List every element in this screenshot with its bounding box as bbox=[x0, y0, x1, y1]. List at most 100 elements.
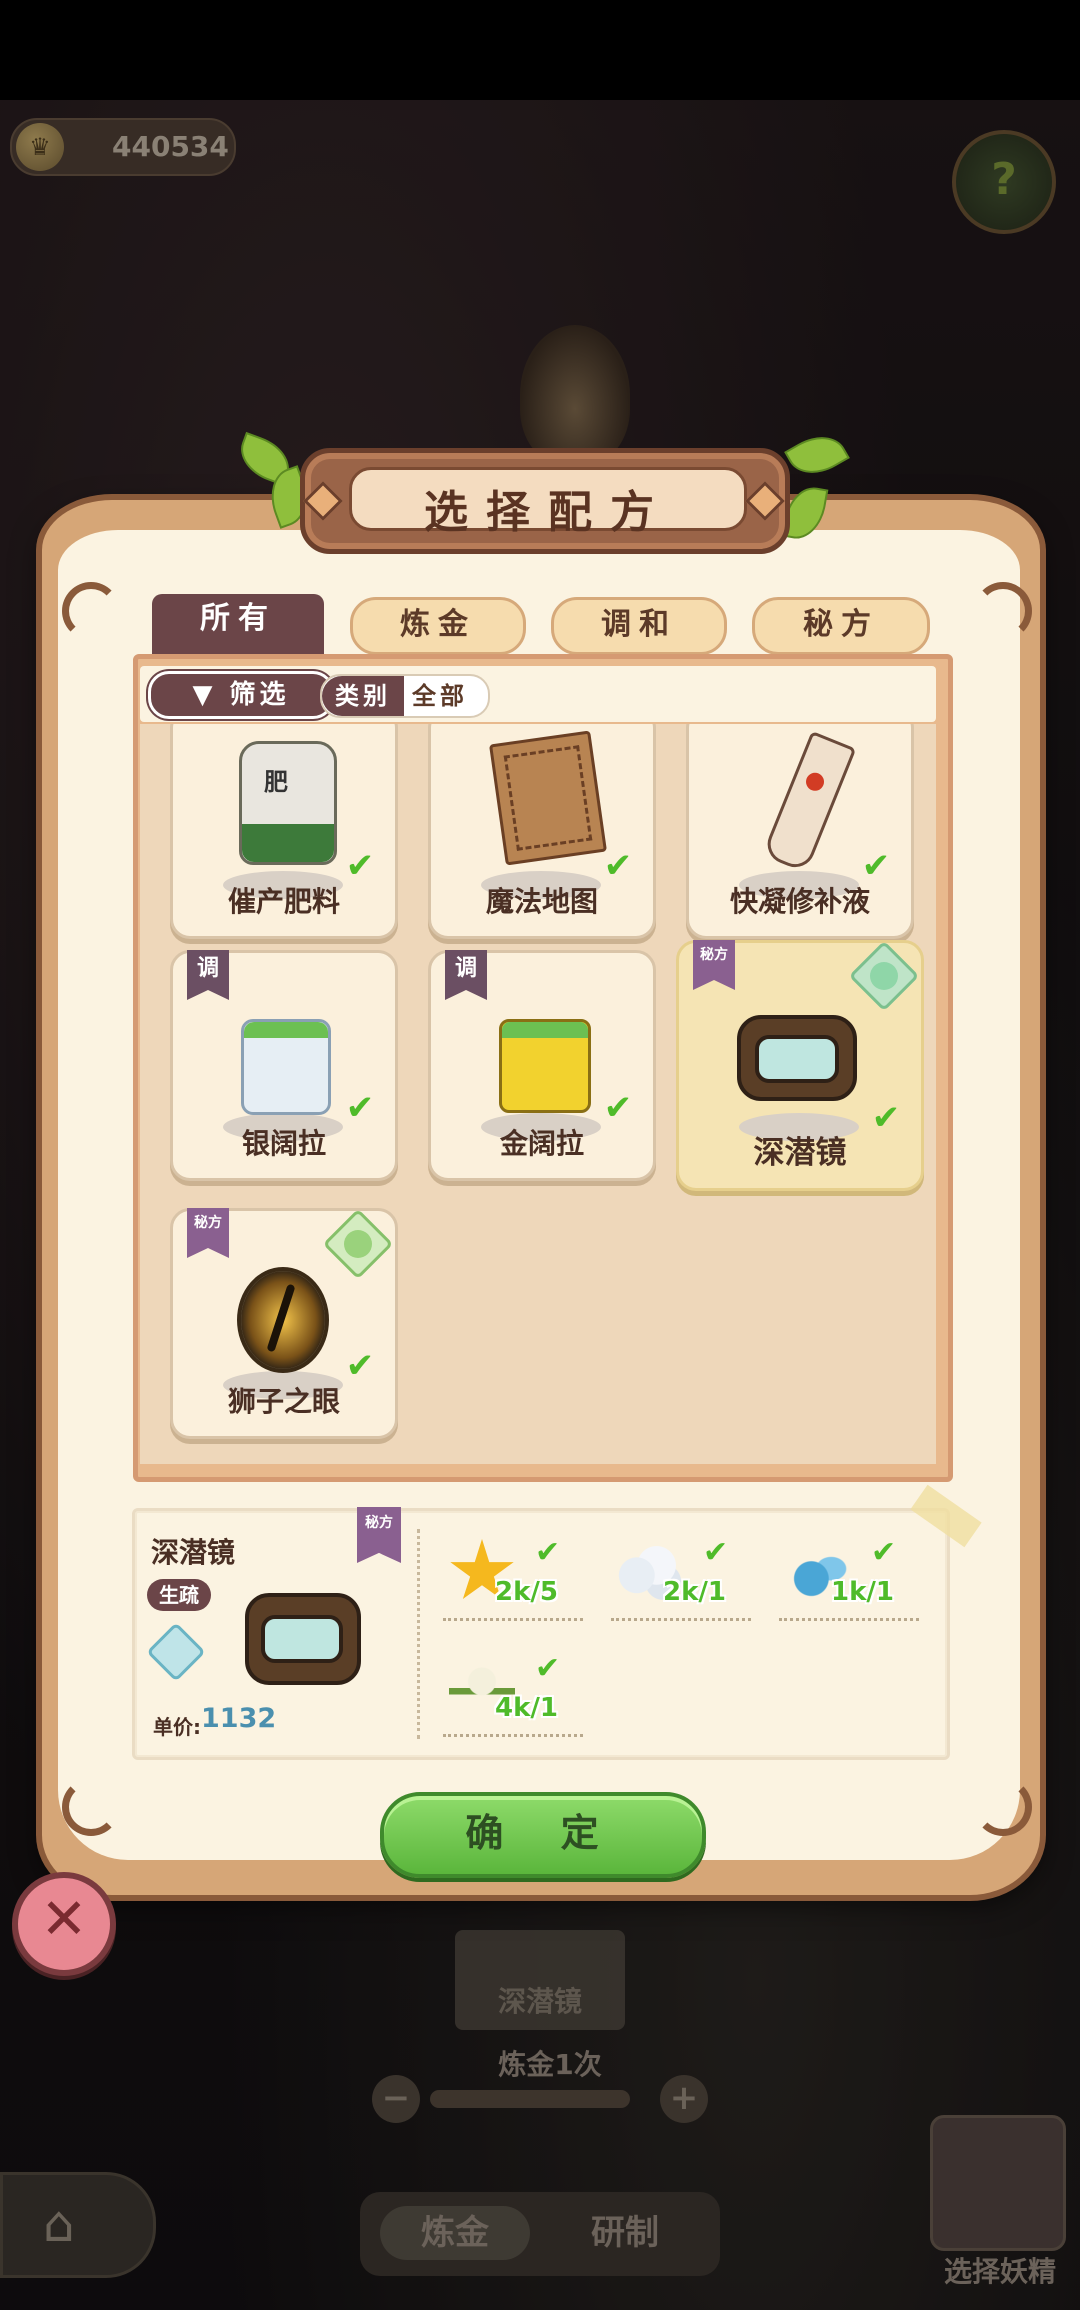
gem-core bbox=[338, 1224, 378, 1264]
craft-count-label: 炼金1次 bbox=[498, 2048, 602, 2081]
owned-check-icon: ✔ bbox=[603, 846, 633, 886]
price-value: 1132 bbox=[201, 1703, 277, 1734]
ingredient-star: ✔ 2k/5 bbox=[443, 1535, 599, 1621]
dialog-title: 选择配方 bbox=[424, 487, 672, 538]
close-button-string bbox=[60, 1818, 64, 1878]
recipe-card-lion-eye[interactable]: 秘方 ✔ 狮子之眼 bbox=[170, 1208, 398, 1439]
owned-check-icon: ✔ bbox=[861, 846, 891, 886]
magic-map-icon bbox=[489, 730, 607, 866]
ingredient-flower: ✔ 4k/1 bbox=[443, 1651, 599, 1737]
proficiency-badge: 生疏 bbox=[147, 1579, 211, 1611]
price-label: 单价: bbox=[153, 1715, 201, 1739]
silver-bag-icon bbox=[241, 1019, 331, 1115]
owned-check-icon: ✔ bbox=[345, 1346, 375, 1386]
owned-check-icon: ✔ bbox=[345, 846, 375, 886]
bottom-tab-alchemy[interactable]: 炼金 bbox=[380, 2206, 530, 2260]
ingredient-check-icon: ✔ bbox=[535, 1651, 561, 1686]
plus-button[interactable]: + bbox=[660, 2075, 708, 2123]
title-plate: 选择配方 bbox=[349, 467, 747, 538]
recipe-card-repair-fluid[interactable]: ✔ 快凝修补液 bbox=[686, 724, 914, 939]
spirit-portrait-button[interactable] bbox=[930, 2115, 1066, 2251]
ingredient-cloud: ✔ 2k/1 bbox=[611, 1535, 767, 1621]
sack-band bbox=[242, 824, 334, 862]
help-button[interactable]: ? bbox=[952, 130, 1056, 234]
bag-band bbox=[244, 1022, 328, 1038]
recipe-name: 深潜镜 bbox=[753, 1135, 847, 1171]
ingredient-count: 4k/1 bbox=[495, 1693, 558, 1723]
recipe-type-tag: 调 bbox=[445, 950, 487, 1000]
recipe-card-magic-map[interactable]: ✔ 魔法地图 bbox=[428, 724, 656, 939]
recipe-list[interactable]: 肥 ✔ 催产肥料 ✔ 魔法地图 ✔ 快凝修补液 调 ✔ 银阔拉 调 ✔ 金阔拉 … bbox=[140, 724, 936, 1464]
diving-goggles-icon bbox=[245, 1593, 361, 1685]
title-banner: 选择配方 bbox=[300, 448, 790, 554]
tab-alchemy[interactable]: 炼金 bbox=[350, 597, 526, 655]
count-slider[interactable] bbox=[430, 2090, 630, 2108]
tab-blend[interactable]: 调和 bbox=[551, 597, 727, 655]
corner-ornament bbox=[62, 1778, 120, 1836]
close-icon: ✕ bbox=[40, 1887, 88, 1952]
gem-core bbox=[864, 956, 904, 996]
ingredient-count: 2k/5 bbox=[495, 1577, 558, 1607]
recipe-card-diving-goggles[interactable]: 秘方 ✔ 深潜镜 bbox=[676, 940, 924, 1191]
category-value: 全部 bbox=[412, 682, 468, 710]
recipe-card-silver[interactable]: 调 ✔ 银阔拉 bbox=[170, 950, 398, 1181]
bottom-tab-bar: 炼金 研制 bbox=[360, 2192, 720, 2276]
rarity-gem-icon bbox=[848, 940, 920, 1012]
goggle-lens bbox=[261, 1615, 343, 1663]
detail-recipe-name: 深潜镜 bbox=[151, 1536, 236, 1569]
ingredient-underline bbox=[779, 1618, 919, 1621]
bottom-tab-research[interactable]: 研制 bbox=[550, 2206, 700, 2260]
recipe-name: 催产肥料 bbox=[227, 885, 340, 918]
ingredient-check-icon: ✔ bbox=[871, 1535, 897, 1570]
ingredient-underline bbox=[611, 1618, 751, 1621]
filter-icon: ▼ bbox=[192, 680, 230, 710]
tube-label-dot bbox=[803, 770, 827, 794]
recipe-type-tag: 秘方 bbox=[187, 1208, 229, 1258]
recipe-card-gold[interactable]: 调 ✔ 金阔拉 bbox=[428, 950, 656, 1181]
minus-button[interactable]: − bbox=[372, 2075, 420, 2123]
home-icon: ⌂ bbox=[43, 2195, 75, 2253]
corner-ornament bbox=[974, 1778, 1032, 1836]
recipe-type-tag: 调 bbox=[187, 950, 229, 1000]
ingredient-underline bbox=[443, 1618, 583, 1621]
tab-all[interactable]: 所有 bbox=[152, 594, 324, 654]
confirm-button[interactable]: 确 定 bbox=[380, 1792, 706, 1878]
category-label: 类别 bbox=[322, 676, 404, 716]
bag-band bbox=[502, 1022, 588, 1038]
ingredient-check-icon: ✔ bbox=[703, 1535, 729, 1570]
corner-ornament bbox=[62, 582, 120, 640]
detail-divider bbox=[417, 1529, 420, 1739]
gold-bag-icon bbox=[499, 1019, 591, 1113]
map-inner bbox=[503, 745, 593, 851]
filter-button[interactable]: ▼ 筛选 bbox=[148, 671, 334, 719]
rarity-gem-icon bbox=[322, 1208, 394, 1280]
filter-button-label: 筛选 bbox=[229, 680, 290, 710]
coin-value: 440534 bbox=[112, 130, 229, 163]
question-icon: ? bbox=[991, 154, 1017, 205]
ingredient-count: 2k/1 bbox=[663, 1577, 726, 1607]
home-button[interactable]: ⌂ bbox=[0, 2172, 156, 2278]
recipe-name: 魔法地图 bbox=[485, 885, 598, 918]
coin-icon: ♛ bbox=[16, 123, 64, 171]
recipe-type-tag: 秘方 bbox=[693, 940, 735, 990]
lion-eye-icon bbox=[237, 1267, 329, 1373]
repair-tube-icon bbox=[761, 730, 857, 874]
banner-gem-icon bbox=[745, 481, 785, 521]
close-button[interactable]: ✕ bbox=[12, 1872, 116, 1976]
background-recipe-card: 深潜镜 bbox=[455, 1930, 625, 2030]
recipe-card-fertilizer[interactable]: 肥 ✔ 催产肥料 bbox=[170, 724, 398, 939]
recipe-detail-panel: 深潜镜 生疏 秘方 单价: 1132 ✔ 2k/5 ✔ 2k/1 ✔ 1k/1 … bbox=[132, 1484, 982, 1760]
background-card-label: 深潜镜 bbox=[497, 1985, 582, 2018]
ingredient-underline bbox=[443, 1734, 583, 1737]
recipe-name: 狮子之眼 bbox=[227, 1385, 340, 1418]
cauldron-ornament bbox=[520, 325, 630, 465]
fertilizer-bag-icon: 肥 bbox=[239, 741, 337, 865]
tab-secret[interactable]: 秘方 bbox=[752, 597, 930, 655]
recipe-name: 金阔拉 bbox=[499, 1127, 584, 1160]
category-selector[interactable]: 类别 全部 bbox=[320, 674, 490, 718]
filter-bar: ▼ 筛选 类别 全部 bbox=[140, 666, 936, 722]
sack-label: 肥 bbox=[264, 768, 288, 796]
eye-slit bbox=[266, 1283, 296, 1353]
recipe-name: 银阔拉 bbox=[241, 1127, 326, 1160]
coin-counter: ♛ 440534 bbox=[10, 118, 236, 176]
